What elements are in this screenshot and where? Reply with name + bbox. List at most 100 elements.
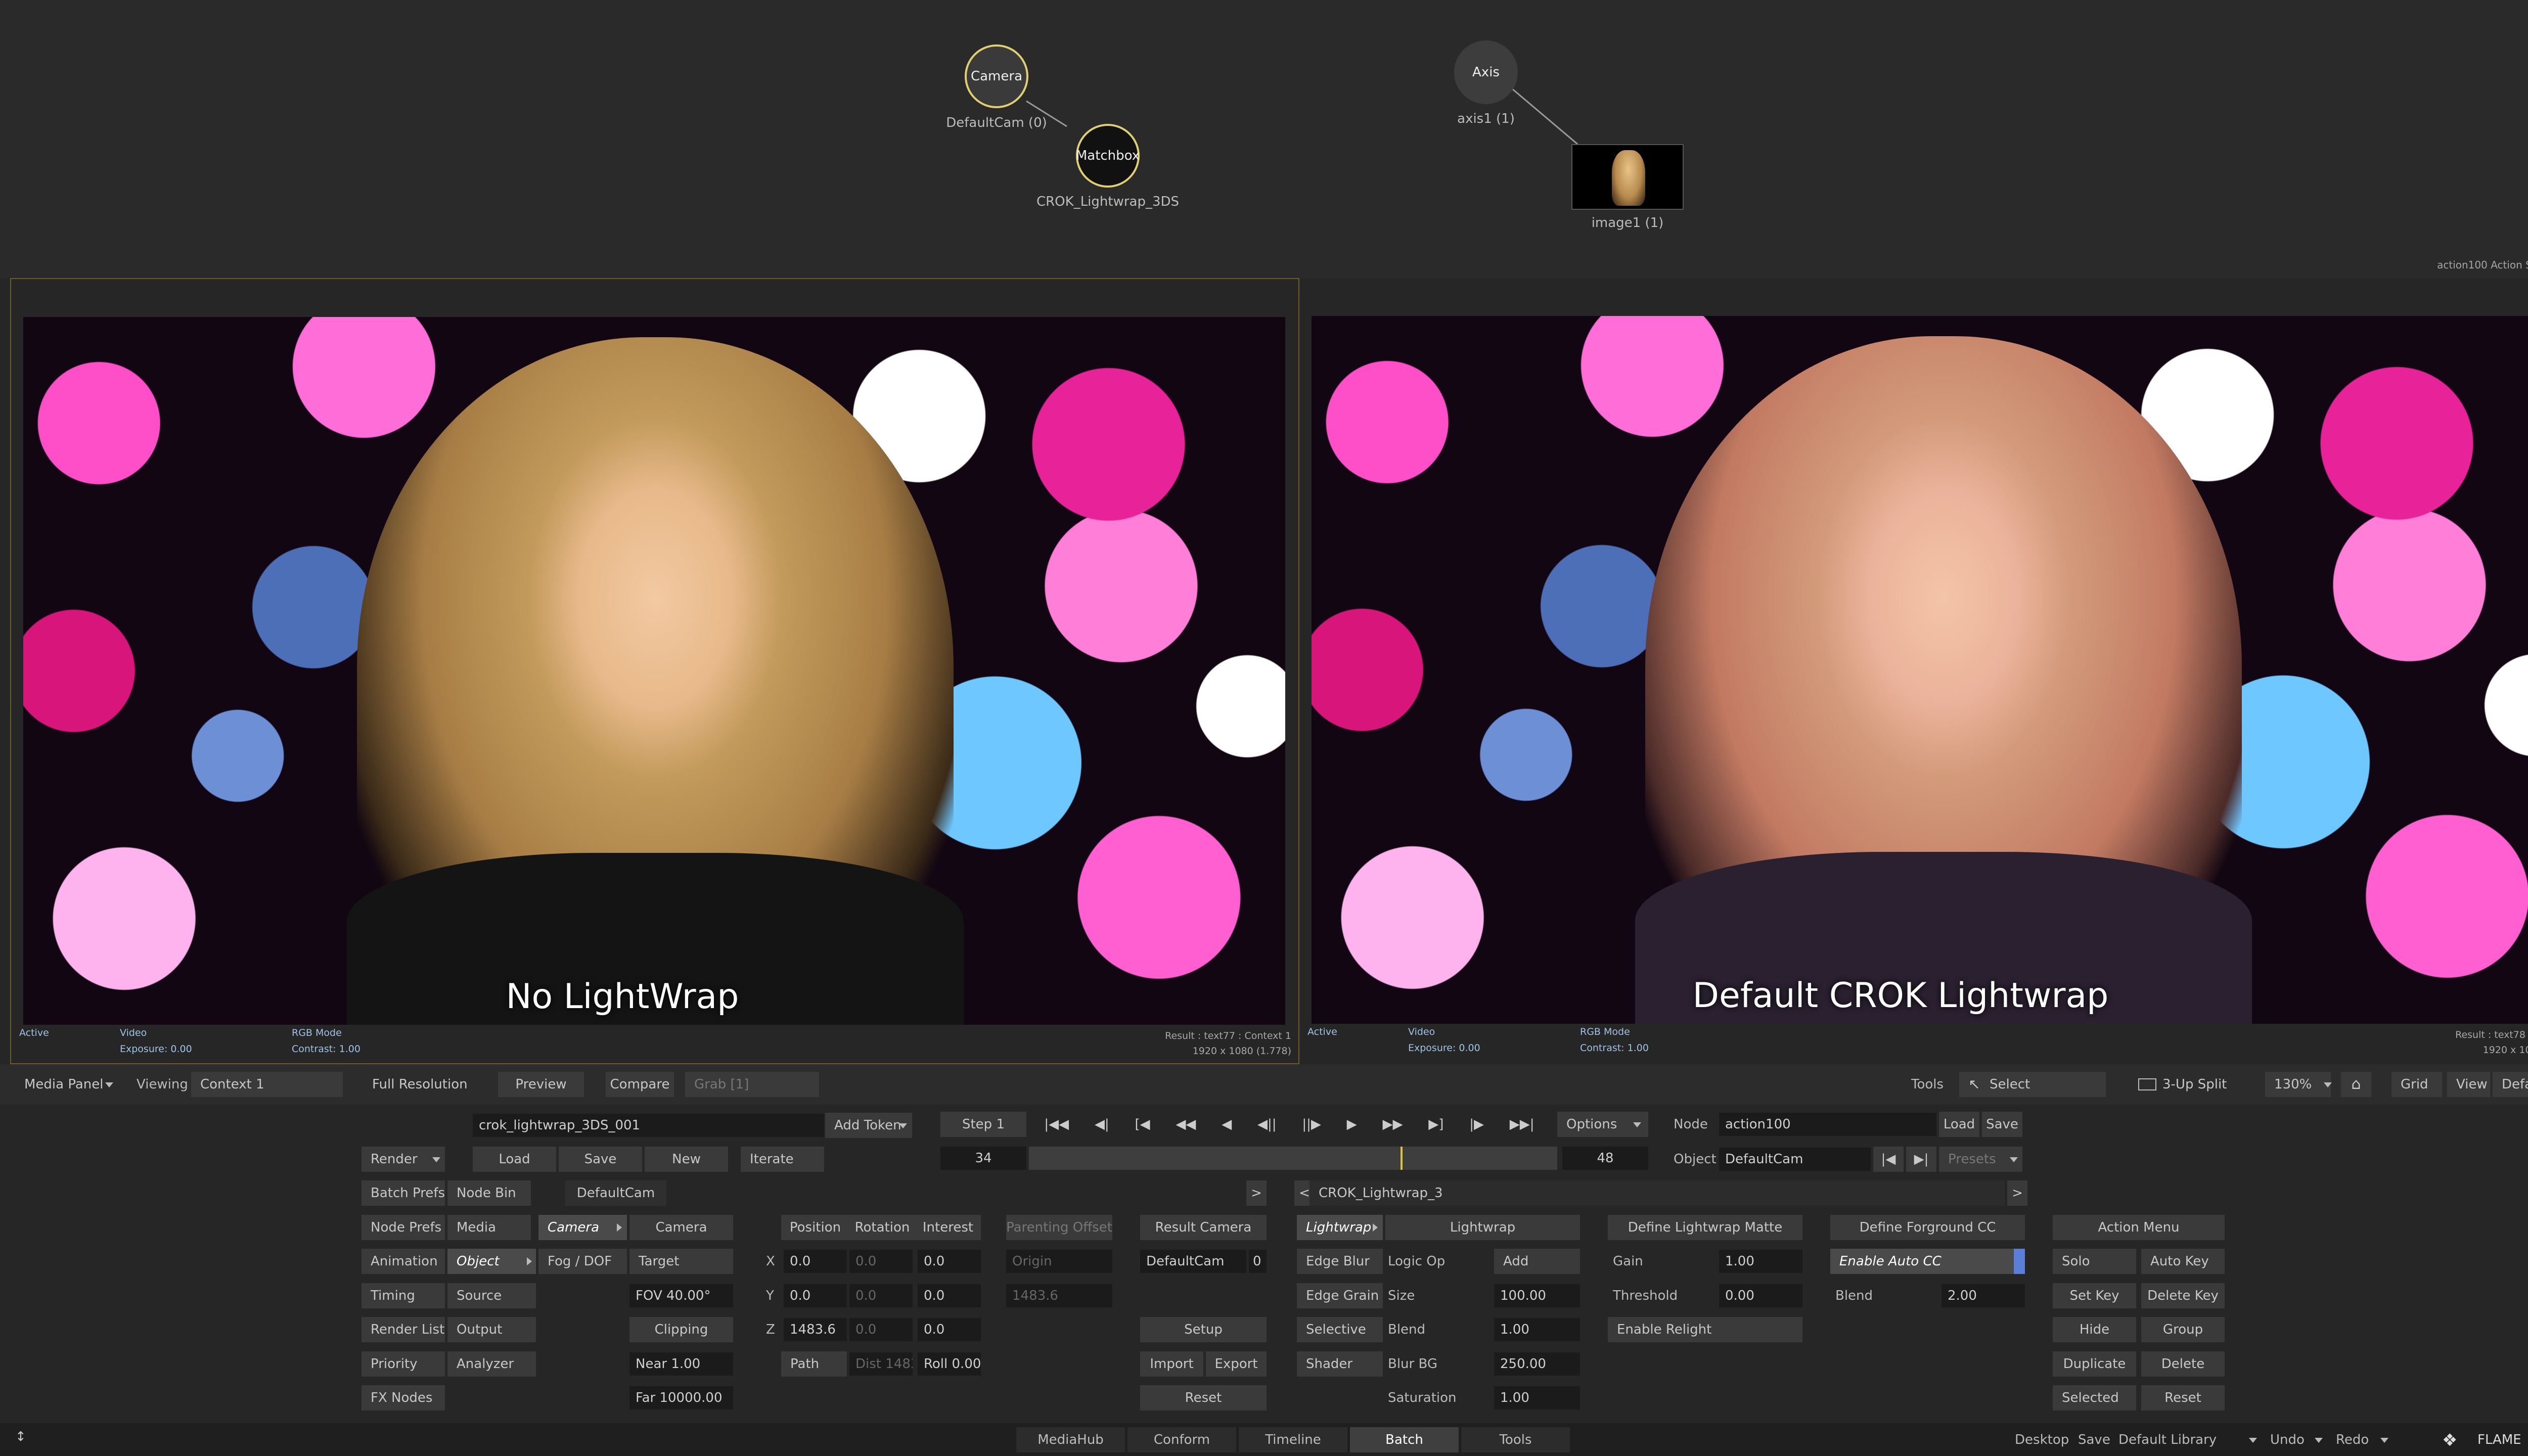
source-button[interactable]: Source <box>447 1283 536 1308</box>
position-z-field[interactable]: 1483.6 <box>784 1318 847 1341</box>
interest-x-field[interactable]: 0.0 <box>918 1250 981 1273</box>
iterate-button[interactable]: Iterate <box>741 1147 824 1172</box>
frame-end-field[interactable]: 48 <box>1562 1147 1648 1170</box>
edge-blur-button[interactable]: Edge Blur <box>1297 1249 1383 1274</box>
undo-button[interactable]: Undo <box>2270 1427 2305 1452</box>
load-button[interactable]: Load <box>473 1147 556 1172</box>
batch-prefs-button[interactable]: Batch Prefs <box>362 1180 445 1206</box>
preview-button[interactable]: Preview <box>498 1072 584 1097</box>
go-to-end-icon[interactable]: ▶▶| <box>1510 1117 1534 1132</box>
rotation-x-field[interactable]: 0.0 <box>849 1250 913 1273</box>
home-icon[interactable]: ⌂ <box>2341 1072 2371 1097</box>
fx-nodes-button[interactable]: FX Nodes <box>362 1385 445 1410</box>
path-button[interactable]: Path <box>781 1351 847 1377</box>
go-to-start-icon[interactable]: |◀◀ <box>1044 1117 1069 1132</box>
select-tool-button[interactable]: ↖ Select <box>1959 1072 2106 1097</box>
dist-field[interactable]: Dist 1483 <box>849 1352 913 1376</box>
selective-button[interactable]: Selective <box>1297 1317 1383 1342</box>
zoom-dropdown[interactable]: 130% <box>2265 1072 2331 1097</box>
frame-forward-icon[interactable]: ||▶ <box>1302 1117 1321 1132</box>
edge-grain-button[interactable]: Edge Grain <box>1297 1283 1383 1308</box>
duplicate-button[interactable]: Duplicate <box>2053 1351 2136 1377</box>
go-to-in-icon[interactable]: [◀ <box>1135 1117 1150 1132</box>
reset-camera-button[interactable]: Reset <box>1140 1385 1267 1410</box>
size-field[interactable]: 100.00 <box>1494 1284 1580 1307</box>
media-button[interactable]: Media <box>447 1215 531 1240</box>
tab-tools[interactable]: Tools <box>1461 1427 1570 1452</box>
roll-field[interactable]: Roll 0.00 <box>918 1352 981 1376</box>
matchbox-node[interactable]: Matchbox <box>1076 124 1140 188</box>
saturation-field[interactable]: 1.00 <box>1494 1386 1580 1409</box>
camera-category-button[interactable]: Camera <box>538 1215 627 1240</box>
blend-field[interactable]: 1.00 <box>1494 1318 1580 1341</box>
next-object-icon[interactable]: ▶| <box>1906 1147 1936 1172</box>
selected-dropdown[interactable]: Selected <box>2053 1385 2136 1410</box>
grid-button[interactable]: Grid <box>2391 1072 2442 1097</box>
lightwrap-category-button[interactable]: Lightwrap <box>1297 1215 1383 1240</box>
node-save-button[interactable]: Save <box>1982 1112 2022 1137</box>
setup-name-field[interactable]: crok_lightwrap_3DS_001 <box>473 1114 824 1137</box>
new-button[interactable]: New <box>645 1147 728 1172</box>
image-node-thumbnail[interactable] <box>1571 144 1684 210</box>
rotation-header[interactable]: Rotation <box>849 1215 915 1240</box>
tab-mediahub[interactable]: MediaHub <box>1016 1427 1125 1452</box>
playhead[interactable] <box>1401 1147 1403 1170</box>
node-load-button[interactable]: Load <box>1939 1112 1979 1137</box>
render-list-button[interactable]: Render List <box>362 1317 445 1342</box>
previous-keyframe-icon[interactable]: ◀| <box>1095 1117 1109 1132</box>
position-y-field[interactable]: 0.0 <box>784 1284 847 1307</box>
enable-auto-cc-toggle[interactable]: Enable Auto CC <box>1830 1249 2025 1274</box>
rotation-y-field[interactable]: 0.0 <box>849 1284 913 1307</box>
viewer-left[interactable]: No LightWrap Active Video Exposure: 0.00… <box>10 278 1299 1064</box>
library-dropdown[interactable]: Default Library <box>2118 1427 2217 1452</box>
result-camera-field[interactable]: DefaultCam <box>1140 1250 1246 1273</box>
action-schematic[interactable]: Camera DefaultCam (0) Matchbox CROK_Ligh… <box>0 0 2528 278</box>
full-resolution-button[interactable]: Full Resolution <box>363 1072 479 1097</box>
save-desktop-button[interactable]: Save <box>2078 1427 2110 1452</box>
play-icon[interactable]: ▶ <box>1347 1117 1357 1132</box>
crok-lightwrap-tab[interactable]: CROK_Lightwrap_3 <box>1310 1180 2005 1206</box>
origin-field[interactable]: Origin <box>1006 1250 1112 1273</box>
axis-node[interactable]: Axis <box>1454 40 1518 104</box>
tab-batch[interactable]: Batch <box>1350 1427 1459 1452</box>
reset-action-button[interactable]: Reset <box>2141 1385 2225 1410</box>
position-header[interactable]: Position <box>781 1215 849 1240</box>
delete-button[interactable]: Delete <box>2141 1351 2225 1377</box>
output-button[interactable]: Output <box>447 1317 536 1342</box>
view-button[interactable]: View <box>2447 1072 2490 1097</box>
fov-field[interactable]: FOV 40.00° <box>629 1284 733 1307</box>
setup-button[interactable]: Setup <box>1140 1317 1267 1342</box>
node-bin-button[interactable]: Node Bin <box>447 1180 531 1206</box>
tab-timeline[interactable]: Timeline <box>1239 1427 1347 1452</box>
origin-value-field[interactable]: 1483.6 <box>1006 1284 1112 1307</box>
timeline-scrubber[interactable] <box>1029 1147 1557 1170</box>
result-camera-index[interactable]: 0 <box>1249 1250 1267 1273</box>
cc-blend-field[interactable]: 2.00 <box>1942 1284 2025 1307</box>
view-mode-selector[interactable]: Default <box>2493 1072 2528 1097</box>
far-field[interactable]: Far 10000.00 <box>629 1386 733 1409</box>
export-button[interactable]: Export <box>1206 1351 1267 1377</box>
logic-op-dropdown[interactable]: Add <box>1494 1249 1580 1274</box>
step-forward-icon[interactable]: ▶▶ <box>1382 1117 1403 1132</box>
context-selector[interactable]: Context 1 <box>191 1072 343 1097</box>
viewer-right[interactable]: Default CROK Lightwrap Active Video Expo… <box>1299 278 2528 1064</box>
play-backward-icon[interactable]: ◀ <box>1222 1117 1232 1132</box>
priority-button[interactable]: Priority <box>362 1351 445 1377</box>
clipping-button[interactable]: Clipping <box>629 1317 733 1342</box>
frame-start-field[interactable]: 34 <box>940 1147 1026 1170</box>
position-x-field[interactable]: 0.0 <box>784 1250 847 1273</box>
object-button[interactable]: Object <box>447 1249 536 1274</box>
auto-key-button[interactable]: Auto Key <box>2141 1249 2225 1274</box>
go-to-out-icon[interactable]: ▶] <box>1428 1117 1443 1132</box>
gain-field[interactable]: 1.00 <box>1719 1250 1802 1273</box>
rotation-z-field[interactable]: 0.0 <box>849 1318 913 1341</box>
interest-y-field[interactable]: 0.0 <box>918 1284 981 1307</box>
compare-button[interactable]: Compare <box>606 1072 674 1097</box>
node-prefs-button[interactable]: Node Prefs <box>362 1215 445 1240</box>
near-field[interactable]: Near 1.00 <box>629 1352 733 1376</box>
import-button[interactable]: Import <box>1140 1351 1203 1377</box>
nav-arrow-button[interactable]: > <box>2007 1180 2027 1206</box>
next-keyframe-icon[interactable]: |▶ <box>1469 1117 1484 1132</box>
hide-button[interactable]: Hide <box>2053 1317 2136 1342</box>
split-view-button[interactable]: 3-Up Split <box>2131 1072 2237 1097</box>
